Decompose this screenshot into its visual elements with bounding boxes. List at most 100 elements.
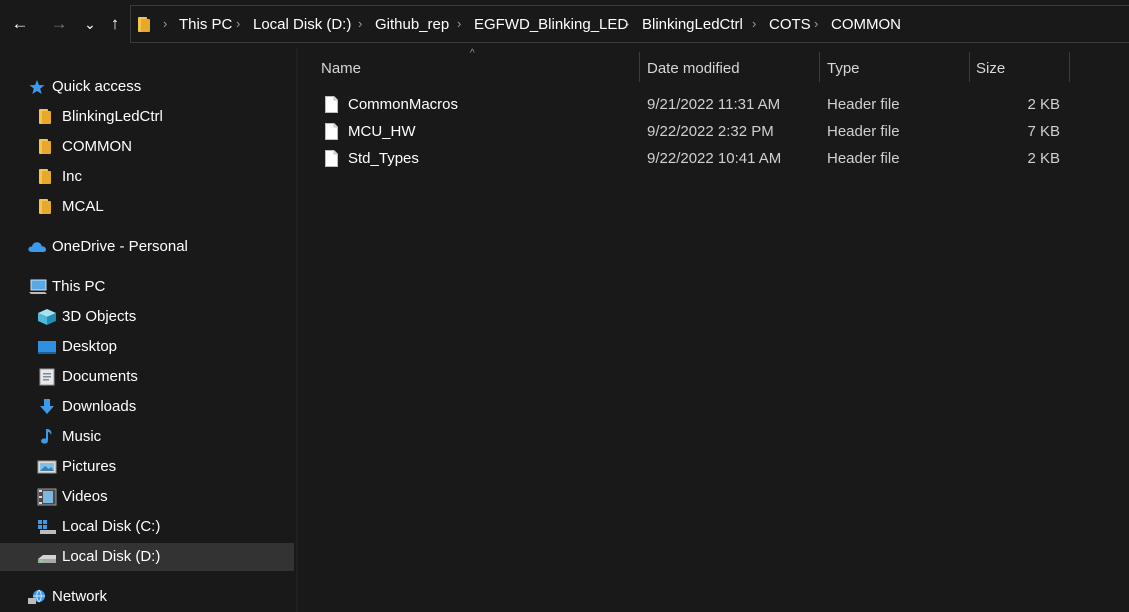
- back-button[interactable]: ←: [9, 12, 31, 36]
- computer-icon: [29, 279, 47, 294]
- sidebar-item-mcal[interactable]: MCAL: [0, 193, 294, 221]
- column-header-name[interactable]: Name: [321, 60, 361, 77]
- file-name: MCU_HW: [348, 123, 416, 140]
- sidebar-item-label: Local Disk (C:): [62, 518, 161, 535]
- title-toolbar: ← → ⌄ ↑ › This PC › Local Disk (D:) › Gi…: [0, 0, 1129, 48]
- forward-arrow-icon: →: [50, 14, 68, 33]
- file-type: Header file: [827, 150, 900, 167]
- file-icon: [325, 123, 338, 140]
- music-icon: [41, 429, 52, 444]
- sidebar-item-label: Inc: [62, 168, 83, 185]
- breadcrumb-egfwd-blinking-led[interactable]: EGFWD_Blinking_LED: [474, 16, 628, 33]
- sidebar-item-label: 3D Objects: [62, 308, 137, 325]
- sidebar-item-documents[interactable]: Documents: [0, 363, 294, 391]
- folder-icon: [39, 169, 57, 185]
- sidebar-item-label: Videos: [62, 488, 108, 505]
- sidebar-item-common[interactable]: COMMON: [0, 133, 294, 161]
- file-icon: [325, 150, 338, 167]
- sidebar-item-local-disk-d[interactable]: Local Disk (D:): [0, 543, 294, 571]
- documents-icon: [39, 368, 55, 386]
- sidebar-item-label: This PC: [52, 278, 106, 295]
- videos-icon: [37, 488, 57, 506]
- breadcrumb-separator[interactable]: ›: [752, 16, 756, 31]
- column-header-date-modified[interactable]: Date modified: [647, 60, 740, 77]
- column-divider[interactable]: [1069, 52, 1070, 82]
- sidebar-item-videos[interactable]: Videos: [0, 483, 294, 511]
- sidebar-item-this-pc[interactable]: This PC: [0, 273, 294, 301]
- sidebar-item-label: Network: [52, 588, 108, 605]
- navigation-pane: Quick access BlinkingLedCtrl COMMON Inc …: [0, 48, 296, 612]
- folder-icon: [39, 139, 57, 155]
- breadcrumb-separator[interactable]: ›: [625, 16, 629, 31]
- chevron-down-icon: ⌄: [84, 15, 96, 32]
- sidebar-item-label: Quick access: [52, 78, 142, 95]
- download-icon: [40, 399, 54, 414]
- breadcrumb-common[interactable]: COMMON: [831, 16, 901, 33]
- sidebar-item-label: Desktop: [62, 338, 118, 355]
- desktop-icon: [38, 341, 56, 354]
- file-row-commonmacros[interactable]: CommonMacros 9/21/2022 11:31 AM Header f…: [318, 92, 1078, 118]
- up-arrow-icon: ↑: [110, 14, 120, 33]
- column-divider[interactable]: [819, 52, 820, 82]
- sidebar-item-label: Documents: [62, 368, 138, 385]
- sidebar-item-label: Local Disk (D:): [62, 548, 161, 565]
- sidebar-item-quick-access[interactable]: Quick access: [0, 73, 294, 101]
- file-type: Header file: [827, 96, 900, 113]
- sidebar-item-desktop[interactable]: Desktop: [0, 333, 294, 361]
- breadcrumb-separator[interactable]: ›: [236, 16, 240, 31]
- sidebar-item-label: Pictures: [62, 458, 117, 475]
- sidebar-item-3d-objects[interactable]: 3D Objects: [0, 303, 294, 331]
- breadcrumb-github-rep[interactable]: Github_rep: [375, 16, 449, 33]
- drive-icon: [38, 555, 56, 563]
- column-header-size[interactable]: Size: [976, 60, 1005, 77]
- cube-icon: [38, 309, 56, 325]
- breadcrumb-local-disk-d[interactable]: Local Disk (D:): [253, 16, 351, 33]
- sidebar-item-label: COMMON: [62, 138, 132, 155]
- sort-caret-icon: ^: [470, 48, 475, 59]
- sidebar-item-label: Music: [62, 428, 102, 445]
- sidebar-item-downloads[interactable]: Downloads: [0, 393, 294, 421]
- column-header-type[interactable]: Type: [827, 60, 860, 77]
- breadcrumb-separator[interactable]: ›: [814, 16, 818, 31]
- breadcrumb-cots[interactable]: COTS: [769, 16, 811, 33]
- column-divider[interactable]: [639, 52, 640, 82]
- file-icon: [325, 96, 338, 113]
- sidebar-item-inc[interactable]: Inc: [0, 163, 294, 191]
- pictures-icon: [37, 460, 57, 474]
- folder-icon: [138, 17, 150, 32]
- file-name: CommonMacros: [348, 96, 459, 113]
- breadcrumb-separator[interactable]: ›: [457, 16, 461, 31]
- star-icon: [29, 80, 45, 94]
- sidebar-item-blinkingledctrl[interactable]: BlinkingLedCtrl: [0, 103, 294, 131]
- up-button[interactable]: ↑: [104, 12, 126, 36]
- file-name: Std_Types: [348, 150, 419, 167]
- file-row-std-types[interactable]: Std_Types 9/22/2022 10:41 AM Header file…: [318, 146, 1078, 172]
- breadcrumb-separator[interactable]: ›: [358, 16, 362, 31]
- file-list-pane: ^ Name Date modified Type Size CommonMac…: [298, 48, 1129, 612]
- sidebar-item-local-disk-c[interactable]: Local Disk (C:): [0, 513, 294, 541]
- column-divider[interactable]: [969, 52, 970, 82]
- file-date-modified: 9/22/2022 2:32 PM: [647, 123, 774, 140]
- sidebar-item-pictures[interactable]: Pictures: [0, 453, 294, 481]
- file-size: 2 KB: [1027, 96, 1060, 113]
- file-date-modified: 9/21/2022 11:31 AM: [647, 96, 781, 113]
- sidebar-item-music[interactable]: Music: [0, 423, 294, 451]
- file-row-mcu-hw[interactable]: MCU_HW 9/22/2022 2:32 PM Header file 7 K…: [318, 119, 1078, 145]
- folder-icon: [39, 199, 57, 215]
- address-bar[interactable]: › This PC › Local Disk (D:) › Github_rep…: [130, 5, 1129, 43]
- sidebar-item-onedrive[interactable]: OneDrive - Personal: [0, 233, 294, 261]
- forward-button[interactable]: →: [48, 12, 70, 36]
- sidebar-item-label: BlinkingLedCtrl: [62, 108, 163, 125]
- sidebar-item-network[interactable]: Network: [0, 583, 294, 611]
- windows-drive-icon: [38, 520, 56, 534]
- sidebar-item-label: Downloads: [62, 398, 137, 415]
- file-size: 2 KB: [1027, 150, 1060, 167]
- folder-icon: [39, 109, 57, 125]
- breadcrumb-this-pc[interactable]: This PC: [179, 16, 232, 33]
- breadcrumb-blinkingledctrl[interactable]: BlinkingLedCtrl: [642, 16, 743, 33]
- file-date-modified: 9/22/2022 10:41 AM: [647, 150, 782, 167]
- file-size: 7 KB: [1027, 123, 1060, 140]
- recent-locations-button[interactable]: ⌄: [79, 12, 101, 36]
- cloud-icon: [28, 242, 46, 252]
- sidebar-item-label: MCAL: [62, 198, 104, 215]
